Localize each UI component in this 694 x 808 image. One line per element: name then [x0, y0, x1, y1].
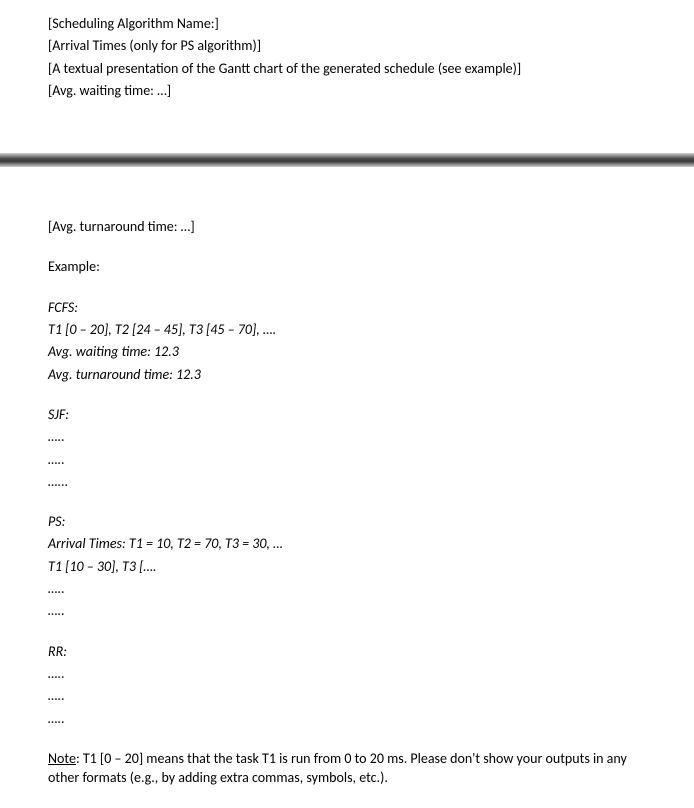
rr-title: RR:: [48, 642, 646, 662]
sjf-placeholder: …..: [48, 427, 646, 447]
ps-title: PS:: [48, 512, 646, 532]
rr-placeholder: …..: [48, 709, 646, 729]
note-text: : T1 [0 – 20] means that the task T1 is …: [48, 750, 627, 787]
ps-placeholder: …..: [48, 579, 646, 599]
rr-placeholder: …..: [48, 686, 646, 706]
sjf-placeholder: …...: [48, 472, 646, 492]
fcfs-avg-waiting: Avg. waiting time: 12.3: [48, 342, 646, 362]
fcfs-avg-turnaround: Avg. turnaround time: 12.3: [48, 365, 646, 385]
template-line-avg-waiting: [Avg. waiting time: …]: [48, 81, 646, 101]
template-line-arrival-times: [Arrival Times (only for PS algorithm)]: [48, 36, 646, 56]
ps-placeholder: …..: [48, 601, 646, 621]
page-bottom-section: [Avg. turnaround time: …] Example: FCFS:…: [0, 167, 694, 808]
fcfs-title: FCFS:: [48, 298, 646, 318]
rr-placeholder: …..: [48, 664, 646, 684]
template-line-avg-turnaround: [Avg. turnaround time: …]: [48, 217, 646, 237]
ps-arrival-times: Arrival Times: T1 = 10, T2 = 70, T3 = 30…: [48, 534, 646, 554]
page-separator: [0, 153, 694, 167]
template-line-algorithm-name: [Scheduling Algorithm Name:]: [48, 14, 646, 34]
ps-gantt-line: T1 [10 – 30], T3 [….: [48, 557, 646, 577]
note-label: Note: [48, 750, 76, 767]
sjf-placeholder: …..: [48, 450, 646, 470]
note-paragraph: Note: T1 [0 – 20] means that the task T1…: [48, 749, 646, 788]
template-line-gantt-chart: [A textual presentation of the Gantt cha…: [48, 59, 646, 79]
sjf-title: SJF:: [48, 405, 646, 425]
page-top-section: [Scheduling Algorithm Name:] [Arrival Ti…: [0, 0, 694, 153]
example-label: Example:: [48, 257, 646, 277]
fcfs-gantt-line: T1 [0 – 20], T2 [24 – 45], T3 [45 – 70],…: [48, 320, 646, 340]
